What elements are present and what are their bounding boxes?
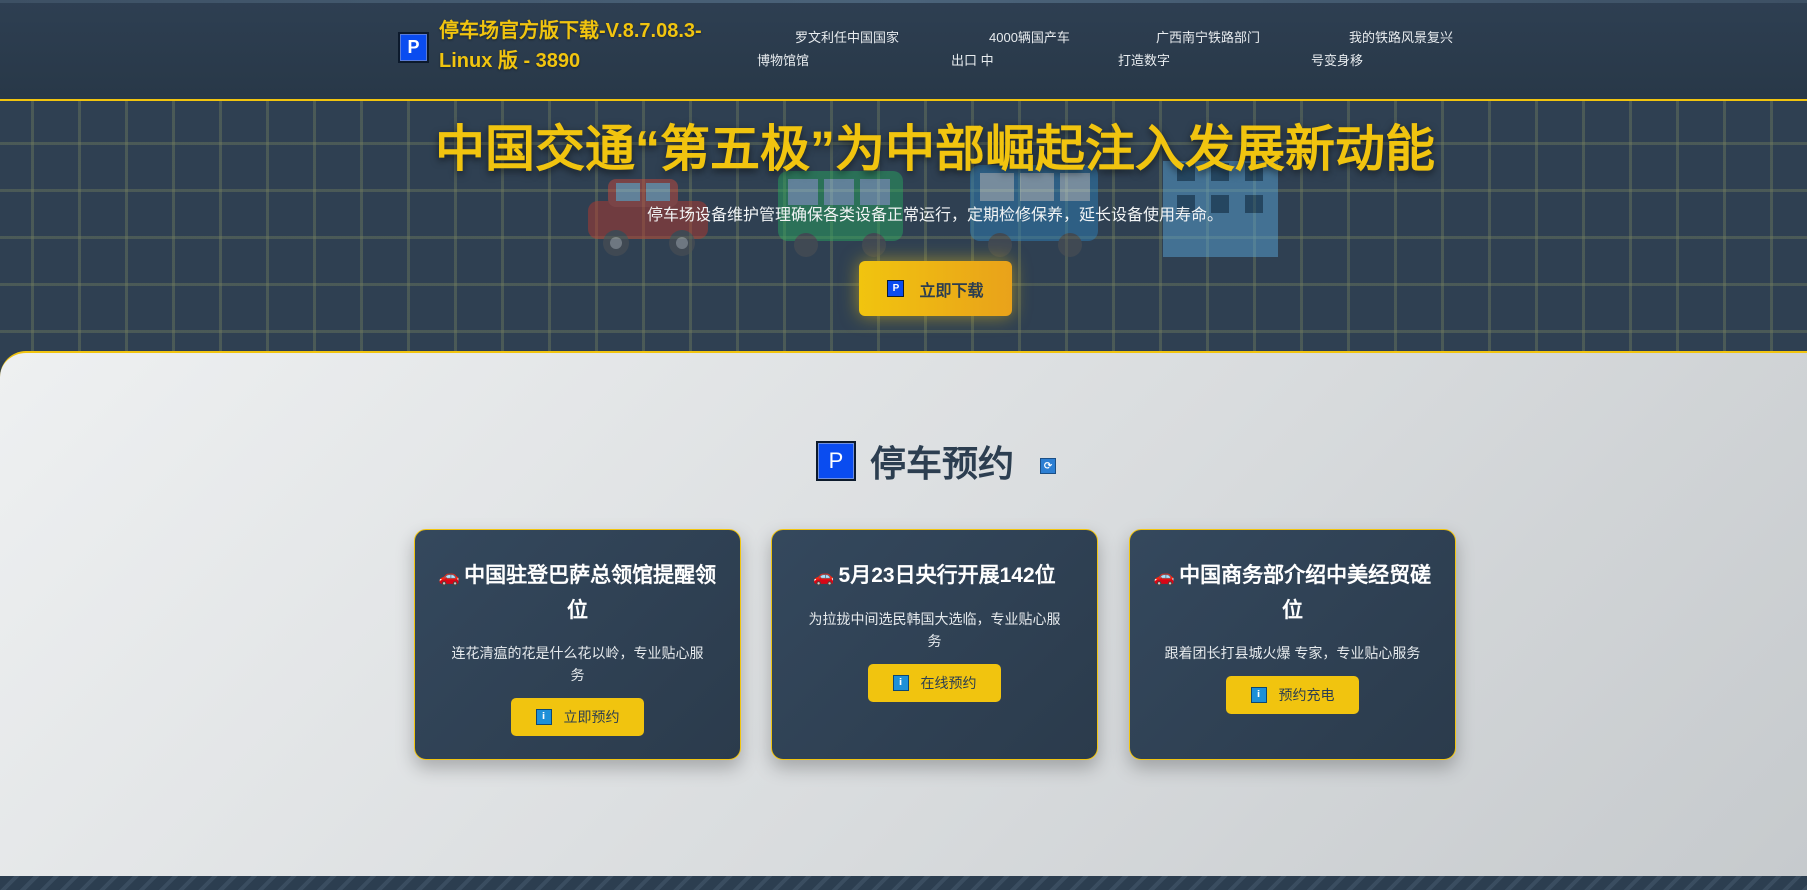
info-icon: i <box>892 675 909 691</box>
refresh-icon[interactable]: ⟳ <box>1040 458 1057 474</box>
card-title-text: 中国商务部介绍中美经贸磋位 <box>1179 564 1432 622</box>
car-icon: 🚗 <box>813 567 835 586</box>
nav-item-2[interactable]: 4000辆国产车 出口 中 <box>951 26 1101 72</box>
reserve-charging-button[interactable]: i 预约充电 <box>1226 676 1359 714</box>
site-title[interactable]: 停车场官方版下载-V.8.7.08.3-Linux 版 - 3890 <box>439 16 738 76</box>
info-icon: i <box>1250 687 1267 703</box>
parking-reservation-section: P 停车预约 ⟳ 🚗 中国驻登巴萨总领馆提醒领位 连花清瘟的花是什么花以岭，专业贴… <box>0 351 1807 878</box>
top-header: P 停车场官方版下载-V.8.7.08.3-Linux 版 - 3890 罗文利… <box>0 0 1807 101</box>
card-button-label: 在线预约 <box>920 675 977 691</box>
reserve-now-button[interactable]: i 立即预约 <box>511 698 644 736</box>
nav-item-1[interactable]: 罗文利任中国国家 博物馆馆 <box>757 26 937 72</box>
parking-icon: P <box>887 280 905 297</box>
hero-subtitle: 停车场设备维护管理确保各类设备正常运行，定期检修保养，延长设备使用寿命。 <box>646 207 1223 224</box>
card-button-label: 立即预约 <box>563 709 620 725</box>
card-description: 连花清瘟的花是什么花以岭，专业贴心服务 <box>451 645 704 683</box>
service-card-2: 🚗 5月23日央行开展142位 为拉拢中间选民韩国大选临，专业贴心服务 i 在线预… <box>771 529 1098 760</box>
card-description: 跟着团长打县城火爆 专家，专业贴心服务 <box>1164 645 1421 661</box>
parking-icon: P <box>816 441 856 481</box>
download-button[interactable]: P 立即下载 <box>859 261 1012 316</box>
nav-item-4-line2: 号变身移 <box>1311 53 1364 68</box>
card-title: 🚗 中国商务部介绍中美经贸磋位 <box>1150 559 1435 628</box>
hero-banner: 中国交通“第五极”为中部崛起注入发展新动能 停车场设备维护管理确保各类设备正常运… <box>0 101 1807 361</box>
nav-item-4[interactable]: 我的铁路风景复兴 号变身移 <box>1311 26 1491 72</box>
service-card-1: 🚗 中国驻登巴萨总领馆提醒领位 连花清瘟的花是什么花以岭，专业贴心服务 i 立即预… <box>414 529 741 760</box>
card-title-text: 中国驻登巴萨总领馆提醒领位 <box>464 564 717 622</box>
section-title: 停车预约 <box>870 443 1015 484</box>
online-reserve-button[interactable]: i 在线预约 <box>868 664 1001 702</box>
nav-item-2-line1: 4000辆国产车 <box>989 30 1070 45</box>
card-description: 为拉拢中间选民韩国大选临，专业贴心服务 <box>808 611 1061 649</box>
nav-item-2-line2: 出口 中 <box>951 53 994 68</box>
nav-item-4-line1: 我的铁路风景复兴 <box>1349 30 1454 45</box>
brand[interactable]: P 停车场官方版下载-V.8.7.08.3-Linux 版 - 3890 <box>398 16 738 76</box>
section-header: P 停车预约 ⟳ <box>816 435 1057 487</box>
card-title: 🚗 5月23日央行开展142位 <box>792 559 1077 594</box>
nav-item-1-line2: 博物馆馆 <box>757 53 810 68</box>
nav-item-3[interactable]: 广西南宁铁路部门 打造数字 <box>1118 26 1298 72</box>
nav-item-1-line1: 罗文利任中国国家 <box>795 30 900 45</box>
card-title: 🚗 中国驻登巴萨总领馆提醒领位 <box>435 559 720 628</box>
car-icon: 🚗 <box>1153 567 1176 586</box>
hero-title: 中国交通“第五极”为中部崛起注入发展新动能 <box>435 121 1435 177</box>
parking-logo-icon: P <box>398 32 429 63</box>
card-title-text: 5月23日央行开展142位 <box>838 564 1056 587</box>
nav-item-3-line2: 打造数字 <box>1118 53 1171 68</box>
download-button-label: 立即下载 <box>919 282 984 300</box>
car-icon: 🚗 <box>438 567 461 586</box>
info-icon: i <box>535 709 552 725</box>
card-button-label: 预约充电 <box>1278 687 1335 703</box>
service-card-3: 🚗 中国商务部介绍中美经贸磋位 跟着团长打县城火爆 专家，专业贴心服务 i 预约充… <box>1129 529 1456 760</box>
footer-stripe <box>0 876 1807 890</box>
nav-item-3-line1: 广西南宁铁路部门 <box>1156 30 1261 45</box>
